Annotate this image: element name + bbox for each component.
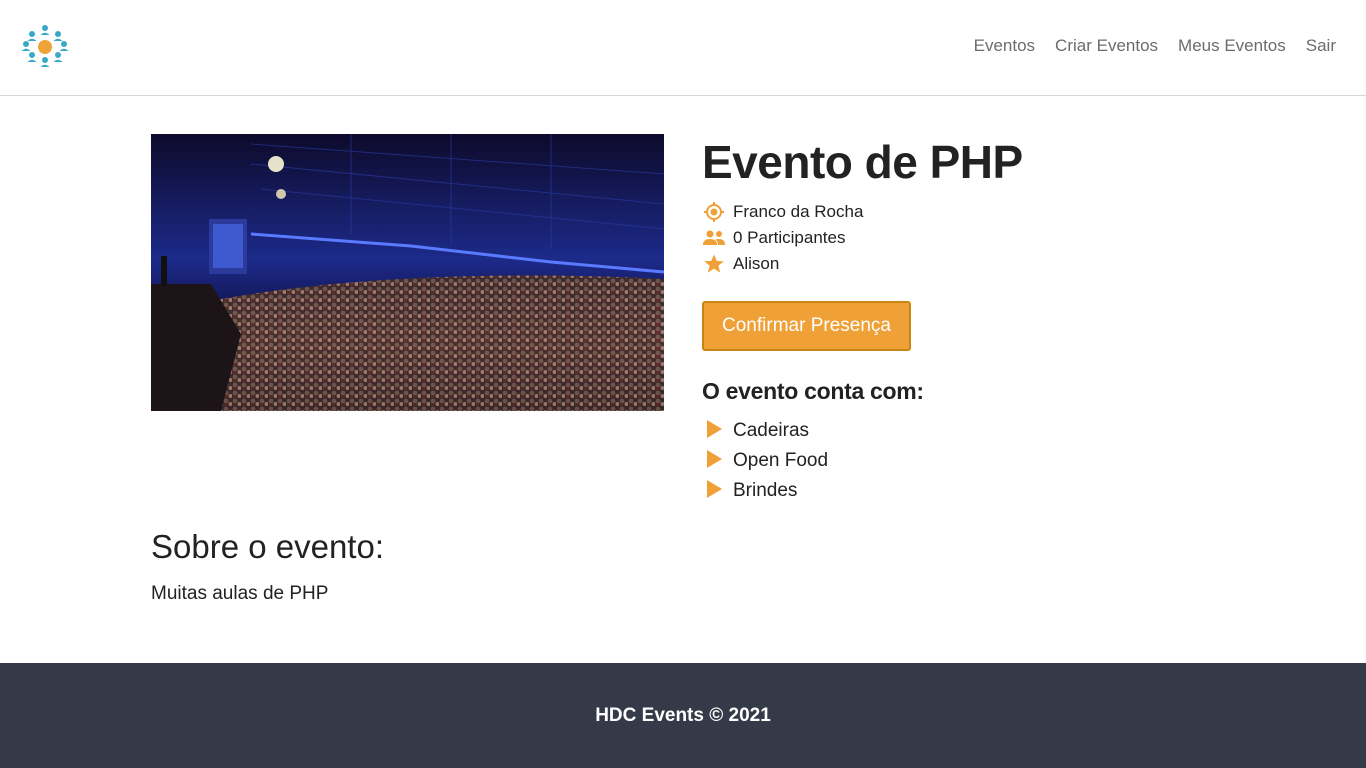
about-text: Muitas aulas de PHP <box>151 583 329 604</box>
feature-label: Cadeiras <box>733 420 810 441</box>
play-triangle-icon <box>702 448 726 470</box>
play-triangle-icon <box>702 478 726 500</box>
event-image <box>151 134 664 411</box>
event-owner-row: Alison <box>702 251 1262 277</box>
feature-item: Cadeiras <box>702 416 828 446</box>
nav-link-sair[interactable]: Sair <box>1296 36 1346 56</box>
people-network-icon <box>21 25 69 67</box>
site-header: Eventos Criar Eventos Meus Eventos Sair <box>0 0 1366 96</box>
confirm-presence-button[interactable]: Confirmar Presença <box>702 301 911 351</box>
features-list: Cadeiras Open Food Brindes <box>702 416 828 506</box>
nav-link-criar-eventos[interactable]: Criar Eventos <box>1045 36 1168 56</box>
features-title: O evento conta com: <box>702 378 924 404</box>
event-title: Evento de PHP <box>702 136 1023 188</box>
about-title: Sobre o evento: <box>151 528 384 565</box>
event-city-row: Franco da Rocha <box>702 199 1262 225</box>
nav-link-eventos[interactable]: Eventos <box>964 36 1045 56</box>
feature-item: Open Food <box>702 446 828 476</box>
star-icon <box>702 253 726 275</box>
main-nav: Eventos Criar Eventos Meus Eventos Sair <box>964 36 1346 56</box>
site-footer: HDC Events © 2021 <box>0 663 1366 768</box>
event-meta: Franco da Rocha 0 Participantes Alison <box>702 199 1262 277</box>
feature-label: Brindes <box>733 480 798 501</box>
event-participants: 0 Participantes <box>733 228 846 247</box>
location-target-icon <box>702 201 726 223</box>
event-info: Evento de PHP Franco da Rocha 0 Particip… <box>702 134 1262 277</box>
event-participants-row: 0 Participantes <box>702 225 1262 251</box>
event-owner: Alison <box>733 254 780 273</box>
people-icon <box>702 227 726 249</box>
play-triangle-icon <box>702 418 726 440</box>
event-city: Franco da Rocha <box>733 202 864 221</box>
footer-text: HDC Events © 2021 <box>595 704 771 726</box>
feature-label: Open Food <box>733 450 829 471</box>
feature-item: Brindes <box>702 476 828 506</box>
nav-link-meus-eventos[interactable]: Meus Eventos <box>1168 36 1296 56</box>
